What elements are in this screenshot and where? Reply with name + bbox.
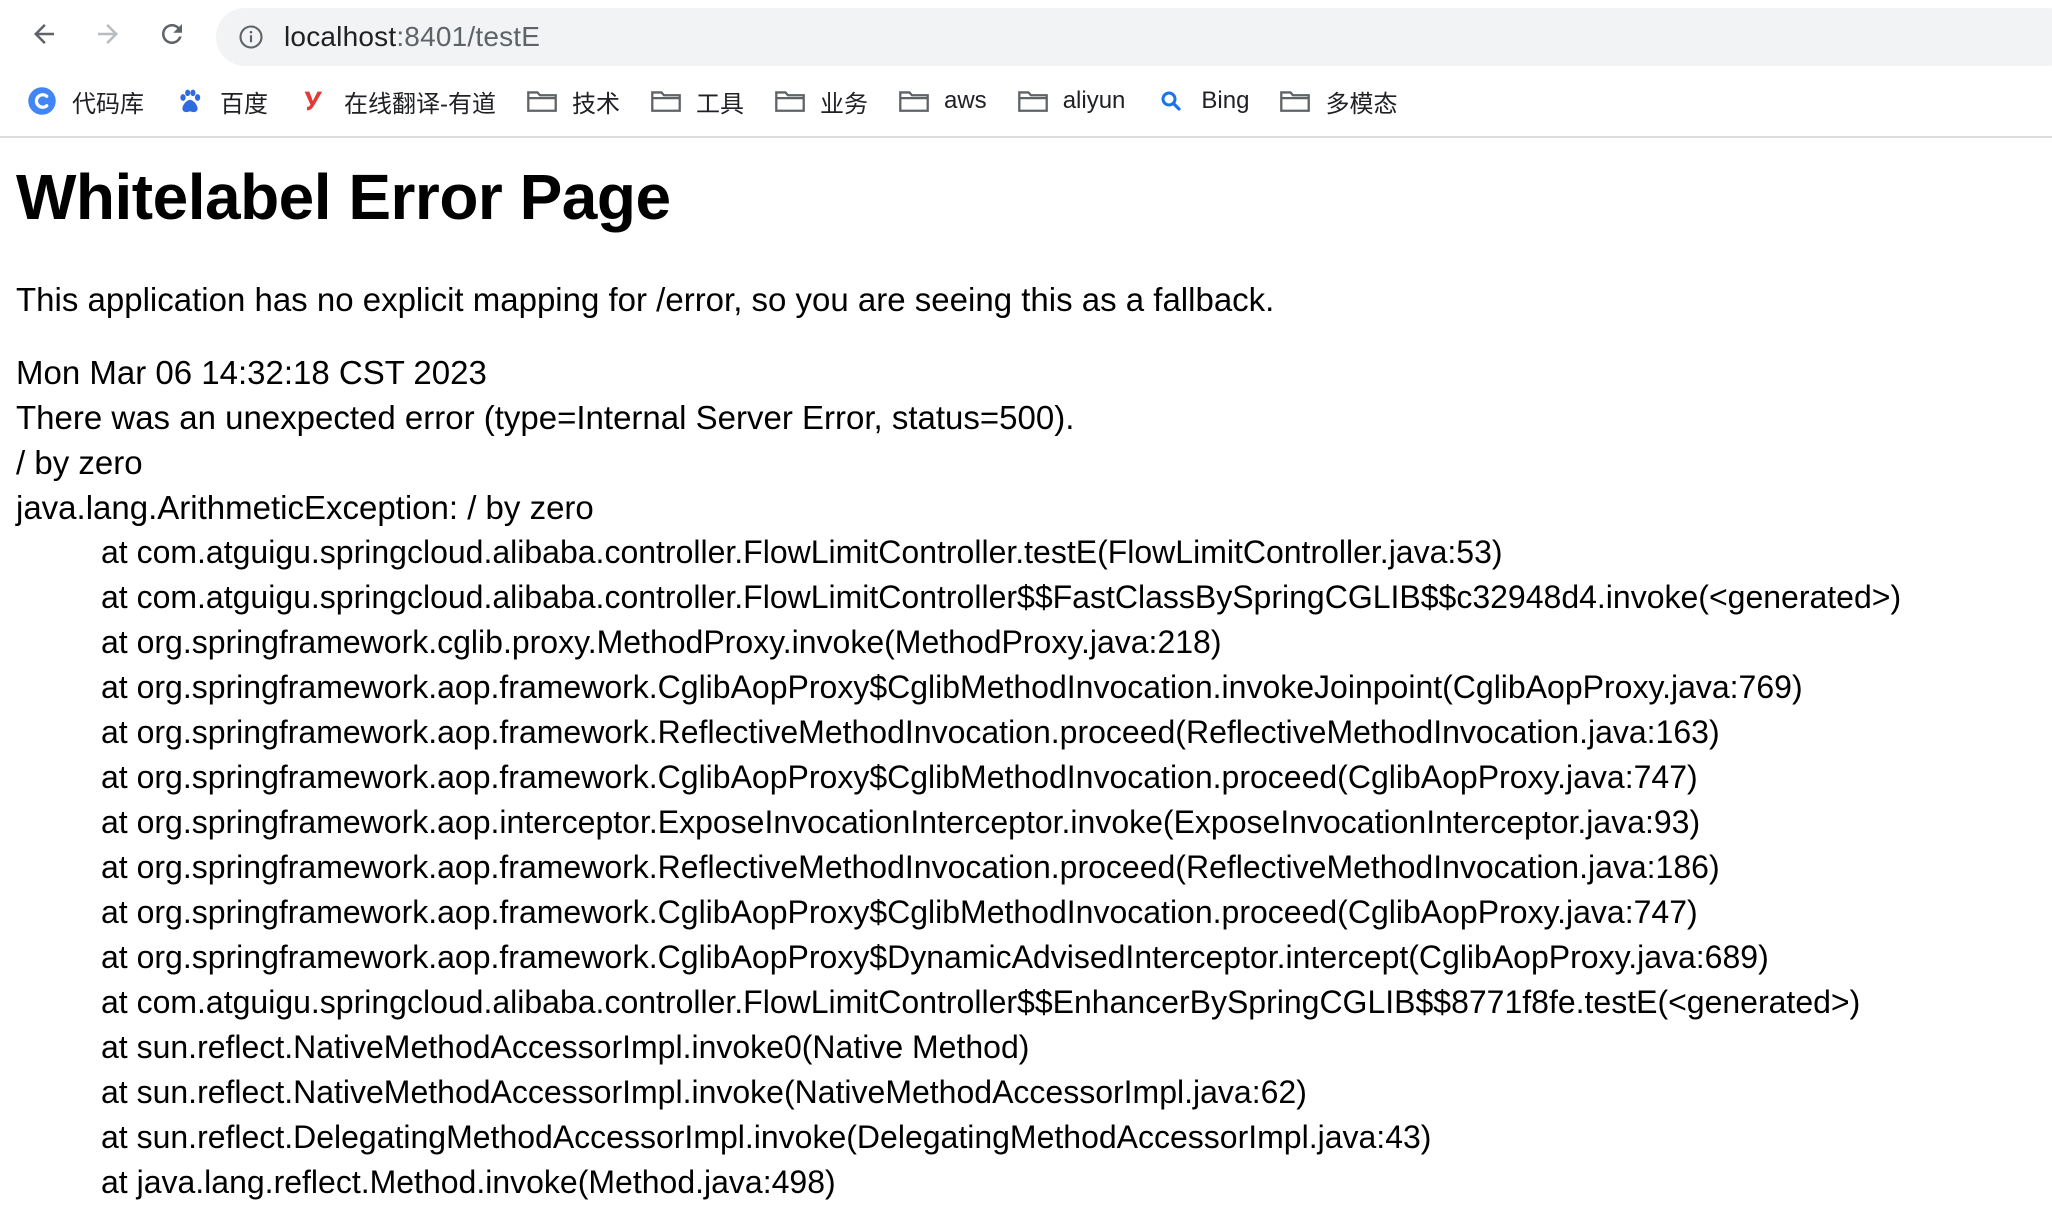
arrow-left-icon (34, 24, 54, 44)
error-summary: There was an unexpected error (type=Inte… (16, 398, 1075, 436)
youdao-y-icon (298, 85, 330, 117)
bookmark-label: Bing (1201, 87, 1250, 114)
bookmark-baidu[interactable]: 百度 (174, 81, 268, 121)
back-button[interactable] (22, 12, 66, 56)
folder-icon (1017, 85, 1049, 117)
bookmark-folder-gongju[interactable]: 工具 (650, 81, 744, 121)
url-path: :8401/testE (396, 21, 541, 52)
page-content: Whitelabel Error Page This application h… (16, 138, 2036, 1205)
bookmark-label: 工具 (696, 90, 744, 118)
bookmark-bing[interactable]: Bing (1155, 81, 1249, 121)
stack-frame: at org.springframework.aop.framework.Cgl… (101, 668, 1803, 705)
arrow-right-icon (98, 24, 118, 44)
site-info-icon[interactable] (236, 22, 266, 52)
stack-frame: at org.springframework.aop.framework.Cgl… (101, 893, 1698, 930)
bookmark-youdao[interactable]: 在线翻译-有道 (298, 81, 496, 121)
error-details: Mon Mar 06 14:32:18 CST 2023 There was a… (16, 350, 2036, 1205)
browser-toolbar: localhost:8401/testE (0, 0, 2052, 76)
bookmark-label: aliyun (1062, 87, 1126, 114)
folder-icon (1279, 85, 1311, 117)
page-title: Whitelabel Error Page (16, 161, 671, 233)
url-text: localhost:8401/testE (284, 21, 540, 53)
folder-icon (526, 85, 558, 117)
bookmark-daimaku[interactable]: 代码库 (26, 81, 144, 121)
folder-icon (898, 85, 930, 117)
exception-line: java.lang.ArithmeticException: / by zero (16, 488, 594, 526)
stack-frame: at org.springframework.aop.framework.Ref… (101, 713, 1720, 750)
bookmarks-bar: 代码库 百度 在线翻译-有道 技术 工具 业务 aws aliyun Bing … (0, 76, 2052, 126)
stack-frame: at sun.reflect.DelegatingMethodAccessorI… (101, 1118, 1432, 1155)
bookmark-label: 技术 (572, 90, 620, 118)
bookmark-folder-duomotai[interactable]: 多模态 (1279, 81, 1397, 121)
stack-frame: at org.springframework.aop.framework.Cgl… (101, 938, 1769, 975)
bookmark-folder-jishu[interactable]: 技术 (526, 81, 620, 121)
stack-frame: at com.atguigu.springcloud.alibaba.contr… (101, 578, 1902, 615)
stack-frame: at org.springframework.aop.framework.Cgl… (101, 758, 1698, 795)
stack-frame: at org.springframework.aop.interceptor.E… (101, 803, 1701, 840)
fallback-message: This application has no explicit mapping… (16, 281, 1275, 319)
bookmark-label: 在线翻译-有道 (344, 90, 496, 118)
baidu-paw-icon (174, 85, 206, 117)
reload-icon (162, 24, 182, 44)
bookmark-folder-aliyun[interactable]: aliyun (1017, 81, 1126, 121)
stack-frame: at org.springframework.cglib.proxy.Metho… (101, 623, 1222, 660)
bookmark-label: 百度 (220, 90, 268, 118)
bookmark-label: 代码库 (72, 90, 144, 118)
reload-button[interactable] (150, 12, 194, 56)
forward-button[interactable] (86, 12, 130, 56)
stack-frame: at com.atguigu.springcloud.alibaba.contr… (101, 983, 1861, 1020)
bookmark-folder-aws[interactable]: aws (898, 81, 987, 121)
search-icon (1155, 85, 1187, 117)
bookmark-label: 业务 (820, 90, 868, 118)
browser-chrome: localhost:8401/testE 代码库 百度 在线翻译-有道 技术 工… (0, 0, 2052, 138)
c-logo-icon (26, 85, 58, 117)
stack-trace: at com.atguigu.springcloud.alibaba.contr… (16, 530, 2036, 1205)
stack-frame: at org.springframework.aop.framework.Ref… (101, 848, 1720, 885)
bookmark-label: aws (944, 87, 987, 114)
bookmark-folder-yewu[interactable]: 业务 (774, 81, 868, 121)
bookmark-label: 多模态 (1325, 90, 1398, 118)
folder-icon (774, 85, 806, 117)
url-host: localhost (284, 21, 397, 52)
stack-frame: at java.lang.reflect.Method.invoke(Metho… (101, 1163, 836, 1200)
error-timestamp: Mon Mar 06 14:32:18 CST 2023 (16, 353, 487, 391)
folder-icon (650, 85, 682, 117)
stack-frame: at sun.reflect.NativeMethodAccessorImpl.… (101, 1028, 1030, 1065)
error-message: / by zero (16, 443, 143, 481)
stack-frame: at sun.reflect.NativeMethodAccessorImpl.… (101, 1073, 1307, 1110)
address-bar[interactable]: localhost:8401/testE (216, 8, 2052, 66)
stack-frame: at com.atguigu.springcloud.alibaba.contr… (101, 533, 1503, 570)
